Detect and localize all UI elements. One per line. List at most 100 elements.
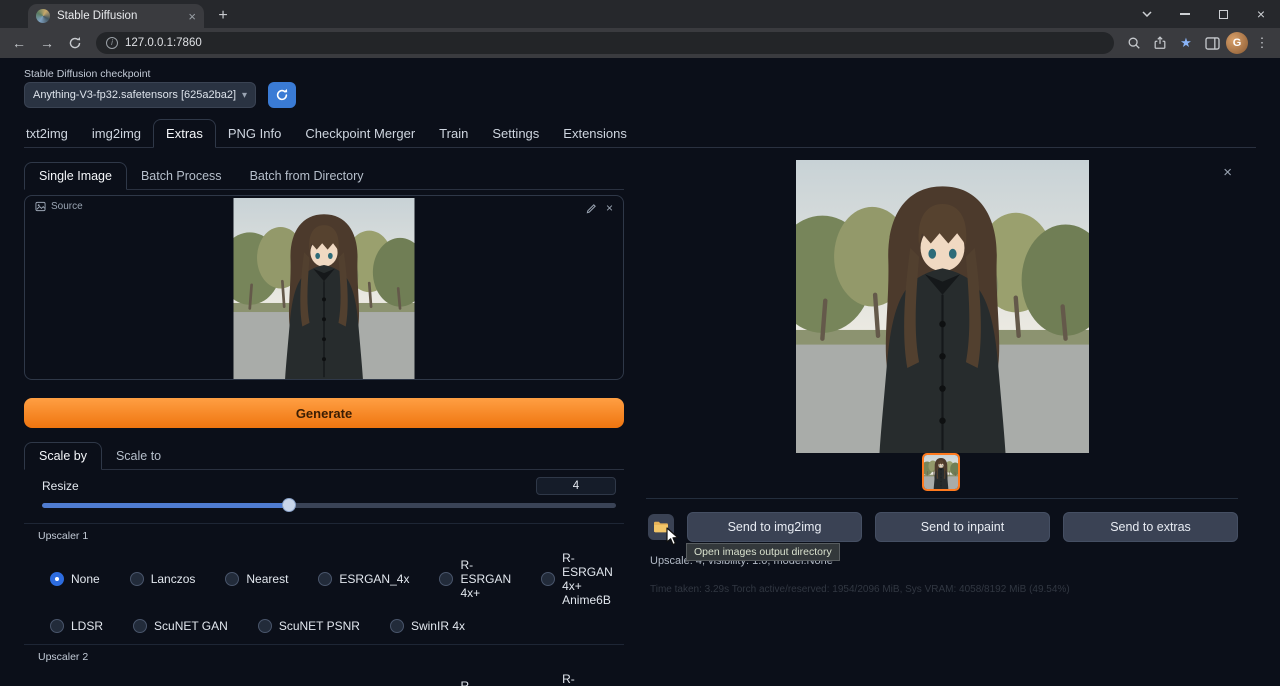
radio-icon <box>50 619 64 633</box>
tab-search-chevron-icon[interactable] <box>1128 0 1166 28</box>
source-label: Source <box>51 201 83 212</box>
radio-icon <box>225 572 239 586</box>
site-favicon-icon <box>36 9 50 23</box>
upscaler1-option-r-esrgan-4x[interactable]: R-ESRGAN 4x+ <box>439 558 511 600</box>
chevron-down-icon: ▾ <box>242 90 247 101</box>
tab-checkpoint-merger[interactable]: Checkpoint Merger <box>293 120 427 147</box>
browser-toolbar: ← → i 127.0.0.1:7860 ★ G ⋮ <box>0 28 1280 58</box>
checkpoint-dropdown[interactable]: Anything-V3-fp32.safetensors [625a2ba2] … <box>24 82 256 108</box>
tab-close-icon[interactable]: × <box>188 10 196 23</box>
upscaler1-option-scunet-gan[interactable]: ScuNET GAN <box>133 619 228 633</box>
resize-slider[interactable] <box>42 498 616 512</box>
address-bar[interactable]: i 127.0.0.1:7860 <box>96 32 1114 54</box>
generate-button[interactable]: Generate <box>24 398 624 428</box>
divider <box>24 523 624 524</box>
radio-selected-icon <box>50 572 64 586</box>
scale-tab-bar: Scale by Scale to <box>24 443 624 470</box>
extras-output-panel: × Send to img2img Send to inpaint Send t… <box>646 148 1238 686</box>
subtab-batch-process[interactable]: Batch Process <box>127 163 236 189</box>
radio-icon <box>133 619 147 633</box>
maximize-button[interactable] <box>1204 0 1242 28</box>
side-panel-icon[interactable] <box>1200 31 1224 55</box>
resize-row: Resize 4 <box>42 477 616 495</box>
performance-text: Time taken: 3.29s Torch active/reserved:… <box>650 584 1070 595</box>
subtab-single-image[interactable]: Single Image <box>24 162 127 190</box>
tab-title: Stable Diffusion <box>57 10 181 22</box>
divider <box>646 498 1238 499</box>
subtab-scale-to[interactable]: Scale to <box>102 443 175 469</box>
tab-extensions[interactable]: Extensions <box>551 120 639 147</box>
upscaler2-label: Upscaler 2 <box>24 651 624 663</box>
upscaler1-option-swinir-4x[interactable]: SwinIR 4x <box>390 619 465 633</box>
browser-tab[interactable]: Stable Diffusion × <box>28 4 204 28</box>
output-actions: Send to img2img Send to inpaint Send to … <box>648 512 1238 542</box>
subtab-scale-by[interactable]: Scale by <box>24 442 102 470</box>
window-controls: × <box>1128 0 1280 28</box>
result-thumbnail[interactable] <box>922 453 960 491</box>
refresh-checkpoint-button[interactable] <box>268 82 296 108</box>
send-to-img2img-button[interactable]: Send to img2img <box>687 512 862 542</box>
resize-label: Resize <box>42 479 79 493</box>
image-icon <box>35 201 46 212</box>
source-header: Source <box>35 201 83 212</box>
source-tools: × <box>586 201 613 215</box>
tab-train[interactable]: Train <box>427 120 480 147</box>
upscaler2-option-r-esrgan-anime6b[interactable]: R-ESRGAN 4x+ Anime6B <box>541 672 624 686</box>
resize-slider-fill <box>42 503 289 508</box>
webui-page: Stable Diffusion checkpoint Anything-V3-… <box>0 58 1280 686</box>
tooltip: Open images output directory <box>686 543 840 561</box>
checkpoint-value: Anything-V3-fp32.safetensors [625a2ba2] <box>33 89 236 101</box>
tab-png-info[interactable]: PNG Info <box>216 120 293 147</box>
radio-icon <box>390 619 404 633</box>
subtab-batch-from-directory[interactable]: Batch from Directory <box>236 163 378 189</box>
reload-button[interactable] <box>62 30 88 56</box>
radio-icon <box>258 619 272 633</box>
main-tab-bar: txt2img img2img Extras PNG Info Checkpoi… <box>24 118 1256 148</box>
upscaler1-option-r-esrgan-anime6b[interactable]: R-ESRGAN 4x+ Anime6B <box>541 551 624 607</box>
radio-icon <box>130 572 144 586</box>
minimize-button[interactable] <box>1166 0 1204 28</box>
upscaler1-option-scunet-psnr[interactable]: ScuNET PSNR <box>258 619 360 633</box>
close-window-button[interactable]: × <box>1242 0 1280 28</box>
profile-avatar[interactable]: G <box>1226 32 1248 54</box>
radio-icon <box>318 572 332 586</box>
source-image-dropzone[interactable]: Source × <box>24 195 624 380</box>
open-output-folder-button[interactable] <box>648 514 674 540</box>
edit-pencil-icon[interactable] <box>586 203 597 214</box>
send-to-inpaint-button[interactable]: Send to inpaint <box>875 512 1050 542</box>
upscaler1-option-ldsr[interactable]: LDSR <box>50 619 103 633</box>
back-button[interactable]: ← <box>6 30 32 56</box>
close-result-icon[interactable]: × <box>1223 164 1232 181</box>
resize-slider-track[interactable] <box>42 503 616 508</box>
upscaler1-option-esrgan-4x[interactable]: ESRGAN_4x <box>318 572 409 586</box>
upscaler2-option-r-esrgan-4x[interactable]: R-ESRGAN 4x+ <box>439 679 511 686</box>
result-image[interactable] <box>795 160 1090 453</box>
url-text: 127.0.0.1:7860 <box>125 37 202 49</box>
zoom-icon[interactable] <box>1122 31 1146 55</box>
new-tab-button[interactable]: + <box>210 4 236 28</box>
resize-slider-handle[interactable] <box>282 498 296 512</box>
browser-window: Stable Diffusion × + × ← → i 127.0.0.1:7… <box>0 0 1280 686</box>
clear-source-icon[interactable]: × <box>606 201 613 215</box>
site-info-icon[interactable]: i <box>106 37 118 49</box>
browser-tab-strip: Stable Diffusion × + × <box>0 0 1280 28</box>
forward-button[interactable]: → <box>34 30 60 56</box>
divider <box>24 644 624 645</box>
upscaler1-option-none[interactable]: None <box>50 572 100 586</box>
tab-settings[interactable]: Settings <box>480 120 551 147</box>
upscaler1-options-row2: LDSR ScuNET GAN ScuNET PSNR SwinIR 4x <box>24 619 624 633</box>
tab-extras[interactable]: Extras <box>153 119 216 148</box>
send-to-extras-button[interactable]: Send to extras <box>1063 512 1238 542</box>
folder-icon <box>653 520 669 534</box>
extras-subtab-bar: Single Image Batch Process Batch from Di… <box>24 160 624 190</box>
upscaler1-option-nearest[interactable]: Nearest <box>225 572 288 586</box>
browser-menu-icon[interactable]: ⋮ <box>1250 31 1274 55</box>
upscaler1-options-row1: None Lanczos Nearest ESRGAN_4x R-ESRGAN … <box>24 551 624 607</box>
tab-img2img[interactable]: img2img <box>80 120 153 147</box>
bookmark-star-icon[interactable]: ★ <box>1174 31 1198 55</box>
tab-txt2img[interactable]: txt2img <box>24 120 80 147</box>
share-icon[interactable] <box>1148 31 1172 55</box>
upscaler1-option-lanczos[interactable]: Lanczos <box>130 572 196 586</box>
resize-number-input[interactable]: 4 <box>536 477 616 495</box>
extras-left-panel: Single Image Batch Process Batch from Di… <box>24 152 624 686</box>
